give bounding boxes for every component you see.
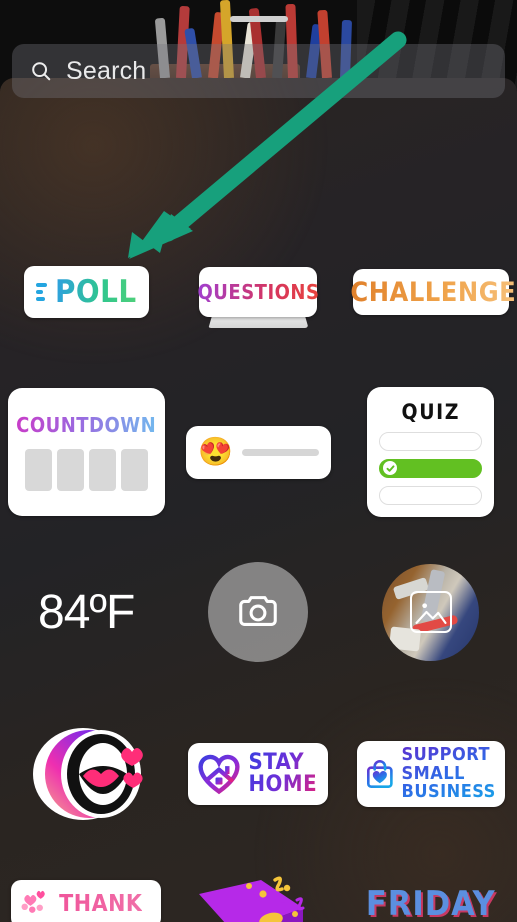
temperature-sticker[interactable]: 84ºF <box>38 585 135 640</box>
open-mouth-hearts-icon <box>33 728 144 820</box>
quiz-label: QUIZ <box>401 399 461 424</box>
row-countdown-slider-quiz: COUNTDOWN 😍 QUIZ <box>0 386 517 518</box>
quiz-option-correct[interactable] <box>379 458 483 478</box>
challenge-label: CHALLENGE <box>350 276 517 308</box>
thank-you-sticker[interactable]: THANK <box>11 880 162 922</box>
row-weather-camera-photo: 84ºF <box>0 560 517 664</box>
questions-card[interactable]: QUESTIONS <box>197 267 320 317</box>
cell-thank-you: THANK <box>0 874 172 922</box>
shout-mouth-sticker[interactable] <box>21 718 151 830</box>
questions-label: QUESTIONS <box>197 280 320 304</box>
support-small-business-label: SUPPORT SMALL BUSINESS <box>401 743 496 803</box>
poll-bars-icon <box>35 283 47 301</box>
challenge-sticker[interactable]: CHALLENGE <box>350 269 516 315</box>
drag-handle[interactable] <box>229 16 288 22</box>
countdown-digit-blocks <box>24 449 148 491</box>
cell-emoji-slider: 😍 <box>172 386 344 518</box>
search-icon <box>32 62 51 81</box>
quiz-sticker[interactable]: QUIZ <box>367 387 495 517</box>
sticker-tray-screen: Search POLL QUESTIONS CHALLENGE COUNTDOW… <box>0 0 517 922</box>
graduation-sticker[interactable] <box>183 874 333 922</box>
slider-track[interactable] <box>241 448 319 456</box>
friday-sticker[interactable]: FRIDAY <box>366 884 496 922</box>
row-interactive-stickers: POLL QUESTIONS CHALLENGE <box>0 262 517 322</box>
cell-shout-mouth <box>0 716 172 832</box>
support-small-business-sticker[interactable]: SUPPORT SMALL BUSINESS <box>356 741 505 807</box>
search-placeholder: Search <box>66 56 147 85</box>
cell-photo <box>345 560 517 664</box>
camera-button[interactable] <box>208 562 309 662</box>
poll-sticker[interactable]: POLL <box>23 266 149 318</box>
shopping-bag-heart-icon <box>366 760 393 788</box>
cell-graduation <box>172 874 344 922</box>
image-icon <box>409 591 452 633</box>
row-partial-bottom: THANK FRIDAY <box>0 874 517 922</box>
questions-sticker[interactable]: QUESTIONS <box>197 267 320 317</box>
quiz-option[interactable] <box>379 485 483 505</box>
photo-sticker[interactable] <box>382 563 480 661</box>
cell-stay-home: STAY HOME <box>172 716 344 832</box>
hearts-hands-icon <box>21 890 45 913</box>
graduation-cap-confetti-icon <box>199 876 305 922</box>
countdown-label: COUNTDOWN <box>16 413 157 437</box>
quiz-option[interactable] <box>379 431 483 451</box>
cell-countdown: COUNTDOWN <box>0 386 172 518</box>
cell-quiz: QUIZ <box>345 386 517 518</box>
cell-poll: POLL <box>0 262 172 322</box>
stay-home-sticker[interactable]: STAY HOME <box>188 743 329 805</box>
cell-questions: QUESTIONS <box>172 262 344 322</box>
emoji-slider-sticker[interactable]: 😍 <box>185 425 331 479</box>
heart-eyes-emoji-icon: 😍 <box>197 436 233 467</box>
countdown-sticker[interactable]: COUNTDOWN <box>7 388 165 516</box>
check-icon <box>383 461 398 475</box>
cell-friday: FRIDAY <box>345 874 517 922</box>
stay-home-label: STAY HOME <box>248 749 318 797</box>
heart-house-icon <box>198 754 241 795</box>
cell-challenge: CHALLENGE <box>345 262 517 322</box>
cell-support-small-business: SUPPORT SMALL BUSINESS <box>345 716 517 832</box>
row-art-stickers: STAY HOME SUPPORT SMALL BUSINESS <box>0 716 517 832</box>
camera-icon <box>239 596 278 626</box>
cell-temperature: 84ºF <box>0 560 172 664</box>
cell-camera <box>172 560 344 664</box>
thank-you-label: THANK <box>59 891 143 917</box>
poll-label: POLL <box>54 274 137 310</box>
search-input[interactable]: Search <box>12 44 505 98</box>
